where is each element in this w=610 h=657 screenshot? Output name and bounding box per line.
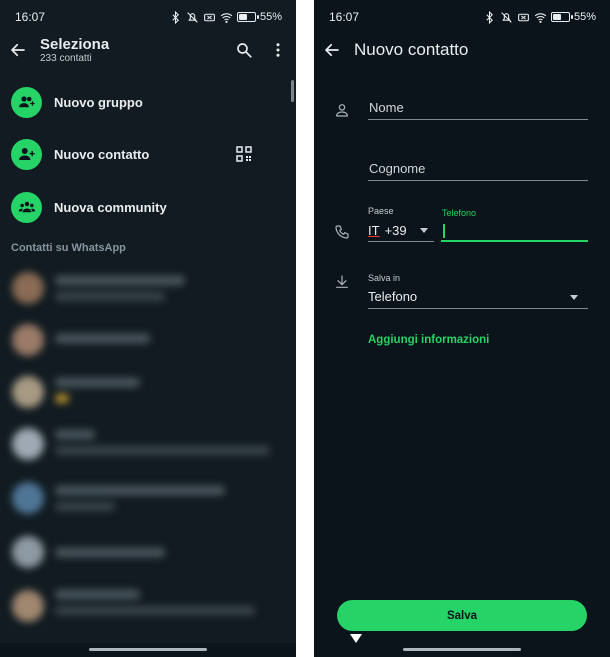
surname-field[interactable]: Cognome bbox=[368, 159, 588, 181]
status-time: 16:07 bbox=[15, 10, 46, 24]
person-add-icon bbox=[11, 138, 42, 170]
navigation-bar bbox=[0, 643, 296, 657]
status-icons: 55% bbox=[483, 10, 596, 24]
new-community-label: Nuova community bbox=[54, 199, 167, 215]
list-item[interactable] bbox=[0, 472, 296, 528]
country-label: Paese bbox=[368, 206, 394, 216]
download-icon bbox=[334, 274, 350, 290]
page-title: Nuovo contatto bbox=[354, 40, 469, 60]
navigation-bar bbox=[314, 643, 610, 657]
contact-name-placeholder bbox=[55, 590, 140, 599]
contact-name-placeholder bbox=[55, 486, 225, 495]
battery-percent: 55% bbox=[259, 11, 282, 23]
select-contact-screen: 16:07 55% Seleziona 233 contatti Nuovo g… bbox=[0, 0, 296, 657]
dropdown-arrow-icon bbox=[570, 295, 578, 300]
back-arrow-icon[interactable] bbox=[320, 38, 344, 62]
save-in-value: Telefono bbox=[368, 289, 418, 304]
battery-icon bbox=[236, 12, 259, 22]
list-item[interactable] bbox=[0, 418, 296, 474]
name-field[interactable]: Nome bbox=[368, 98, 588, 120]
bluetooth-icon bbox=[486, 10, 493, 24]
page-title: Seleziona bbox=[40, 35, 110, 53]
avatar bbox=[12, 590, 44, 622]
contact-name-placeholder bbox=[55, 276, 185, 285]
list-item[interactable] bbox=[0, 580, 296, 636]
avatar bbox=[12, 482, 44, 514]
phone-label: Telefono bbox=[442, 208, 477, 218]
avatar bbox=[12, 272, 44, 304]
title-block: Nuovo contatto bbox=[354, 40, 468, 60]
dial-code: +39 bbox=[384, 222, 407, 238]
contact-status-placeholder bbox=[55, 292, 165, 301]
save-in-select[interactable]: Telefono bbox=[368, 287, 588, 309]
list-item[interactable] bbox=[0, 262, 296, 318]
status-bar: 16:07 55% bbox=[0, 0, 296, 34]
avatar bbox=[12, 324, 44, 356]
phone-input[interactable] bbox=[441, 220, 588, 242]
dropdown-arrow-icon bbox=[420, 228, 428, 233]
group-add-icon bbox=[11, 86, 42, 118]
country-code: IT bbox=[368, 222, 380, 238]
new-community-row[interactable]: Nuova community bbox=[0, 181, 296, 233]
bell-off-icon bbox=[187, 11, 198, 23]
whatsapp-contacts-header: Contatti su WhatsApp bbox=[11, 242, 126, 254]
wifi-icon bbox=[220, 12, 233, 23]
app-bar: Seleziona 233 contatti bbox=[0, 34, 296, 66]
contact-name-placeholder bbox=[55, 430, 95, 439]
sim-off-icon bbox=[518, 13, 529, 21]
home-indicator[interactable] bbox=[403, 648, 521, 651]
sim-off-icon bbox=[204, 13, 215, 21]
more-options-icon[interactable] bbox=[266, 38, 290, 62]
battery-percent: 55% bbox=[573, 11, 596, 23]
list-item[interactable] bbox=[0, 314, 296, 370]
save-button[interactable]: Salva bbox=[337, 600, 587, 631]
community-icon bbox=[11, 191, 42, 223]
search-icon[interactable] bbox=[232, 38, 256, 62]
contact-name-placeholder bbox=[55, 378, 140, 387]
qr-code-icon[interactable] bbox=[236, 146, 252, 162]
save-in-label: Salva in bbox=[368, 273, 401, 283]
add-information-link[interactable]: Aggiungi informazioni bbox=[368, 334, 489, 346]
battery-icon bbox=[550, 12, 573, 22]
new-contact-screen: 16:07 55% Nuovo contatto Nome Cognome Pa… bbox=[314, 0, 610, 657]
contact-status-placeholder bbox=[55, 502, 115, 511]
home-indicator[interactable] bbox=[89, 648, 207, 651]
status-time: 16:07 bbox=[329, 10, 360, 24]
bluetooth-icon bbox=[172, 10, 179, 24]
new-contact-row[interactable]: Nuovo contatto bbox=[0, 128, 296, 180]
list-item[interactable] bbox=[0, 526, 296, 582]
title-block: Seleziona 233 contatti bbox=[40, 36, 109, 65]
contact-status-placeholder bbox=[55, 606, 255, 615]
scrollbar[interactable] bbox=[291, 80, 294, 102]
back-arrow-icon[interactable] bbox=[6, 38, 30, 62]
bell-off-icon bbox=[501, 11, 512, 23]
person-icon bbox=[334, 102, 350, 118]
list-item[interactable] bbox=[0, 366, 296, 422]
avatar bbox=[12, 428, 44, 460]
phone-icon bbox=[334, 224, 350, 240]
new-group-label: Nuovo gruppo bbox=[54, 94, 143, 110]
contact-count: 233 contatti bbox=[40, 52, 92, 64]
new-contact-label: Nuovo contatto bbox=[54, 146, 150, 162]
avatar bbox=[12, 376, 44, 408]
app-bar: Nuovo contatto bbox=[314, 34, 610, 66]
keyboard-hide-icon[interactable] bbox=[350, 634, 362, 643]
contact-status-placeholder bbox=[55, 446, 270, 455]
contact-emoji-placeholder bbox=[55, 394, 69, 403]
status-icons: 55% bbox=[169, 10, 282, 24]
country-code-select[interactable]: IT +39 bbox=[368, 220, 434, 242]
new-group-row[interactable]: Nuovo gruppo bbox=[0, 76, 296, 128]
contact-name-placeholder bbox=[55, 334, 150, 343]
wifi-icon bbox=[534, 12, 547, 23]
text-cursor bbox=[443, 223, 445, 238]
status-bar: 16:07 55% bbox=[314, 0, 610, 34]
contact-name-placeholder bbox=[55, 548, 165, 557]
avatar bbox=[12, 536, 44, 568]
